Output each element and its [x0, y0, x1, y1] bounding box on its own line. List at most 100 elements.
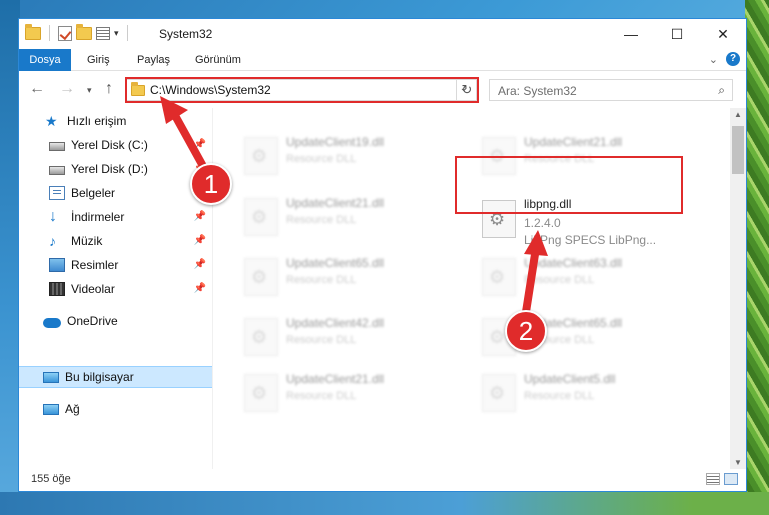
sidebar-item-downloads[interactable]: ↓ İndirmeler 📌	[19, 206, 212, 228]
file-name: UpdateClient21.dll	[286, 372, 385, 386]
minimize-button[interactable]: —	[608, 19, 654, 49]
sidebar-item-label: OneDrive	[67, 314, 118, 328]
tab-home[interactable]: Giriş	[87, 49, 110, 71]
list-item[interactable]: UpdateClient63.dll Resource DLL	[474, 254, 694, 306]
new-folder-icon[interactable]	[76, 23, 92, 40]
toolbar-separator	[126, 25, 128, 41]
list-item[interactable]: UpdateClient21.dll Resource DLL	[236, 370, 456, 422]
sidebar-item-local-disk-c[interactable]: Yerel Disk (C:) 📌	[19, 134, 212, 156]
item-count: 155 öğe	[31, 473, 71, 485]
libpng-file-highlight	[455, 156, 683, 214]
file-name: UpdateClient21.dll	[286, 196, 385, 210]
sidebar-item-pictures[interactable]: Resimler 📌	[19, 254, 212, 276]
desktop-background-bottom	[0, 492, 769, 515]
file-name: UpdateClient21.dll	[524, 135, 623, 149]
title-bar: ▾ System32 — ☐ ✕	[19, 19, 746, 49]
sidebar-item-label: Belgeler	[71, 186, 116, 200]
folder-icon	[25, 23, 41, 40]
scroll-down-arrow-icon[interactable]: ▼	[730, 458, 746, 467]
ribbon-tabs: Dosya Giriş Paylaş Görünüm ⌄ ?	[19, 49, 746, 71]
videos-icon	[49, 282, 65, 296]
sidebar-item-label: Bu bilgisayar	[65, 370, 134, 384]
window-title: System32	[159, 27, 213, 41]
properties-list-icon[interactable]	[96, 26, 110, 40]
sidebar-item-videos[interactable]: Videolar 📌	[19, 278, 212, 300]
sidebar-item-this-pc[interactable]: Bu bilgisayar	[19, 366, 212, 388]
file-type: Resource DLL	[524, 274, 595, 286]
pin-icon[interactable]: 📌	[194, 139, 206, 150]
file-explorer-window: ▾ System32 — ☐ ✕ Dosya Giriş Paylaş Görü…	[18, 18, 747, 492]
desktop-background-right	[745, 0, 769, 515]
file-description: LibPng SPECS LibPng...	[524, 233, 657, 247]
step-2-callout: 2	[505, 310, 547, 352]
recent-locations-chevron-icon[interactable]: ▾	[87, 85, 92, 96]
sidebar-item-onedrive[interactable]: OneDrive	[19, 310, 212, 332]
sidebar-item-label: İndirmeler	[71, 210, 125, 224]
file-type: Resource DLL	[524, 390, 595, 402]
file-type: Resource DLL	[286, 274, 357, 286]
step-1-callout: 1	[190, 163, 232, 205]
sidebar-item-quick-access[interactable]: ★ Hızlı erişim	[19, 110, 212, 132]
sidebar-item-label: Yerel Disk (D:)	[71, 162, 148, 176]
pin-icon[interactable]: 📌	[194, 283, 206, 294]
download-icon: ↓	[49, 208, 57, 225]
close-button[interactable]: ✕	[700, 19, 746, 49]
search-placeholder: Ara: System32	[498, 84, 577, 98]
scroll-thumb[interactable]	[732, 126, 744, 174]
ribbon-right-controls: ⌄ ?	[709, 52, 740, 66]
search-input[interactable]: Ara: System32 ⌕	[489, 79, 733, 101]
tab-file[interactable]: Dosya	[19, 49, 71, 71]
disk-icon	[49, 142, 65, 151]
maximize-button[interactable]: ☐	[654, 19, 700, 49]
sidebar-item-label: Videolar	[71, 282, 115, 296]
up-arrow-icon[interactable]: ↑	[105, 80, 113, 98]
view-buttons	[706, 473, 738, 485]
address-bar-highlight	[125, 77, 479, 103]
quick-access-toolbar: ▾	[25, 23, 132, 41]
file-type: Resource DLL	[286, 153, 357, 165]
search-icon[interactable]: ⌕	[718, 83, 725, 98]
scroll-up-arrow-icon[interactable]: ▲	[730, 110, 746, 119]
sidebar-item-label: Resimler	[71, 258, 119, 272]
sidebar-item-label: Müzik	[71, 234, 103, 248]
dll-file-icon	[244, 374, 278, 412]
dll-file-icon	[244, 318, 278, 356]
dll-file-icon	[482, 374, 516, 412]
tab-view[interactable]: Görünüm	[195, 49, 241, 71]
list-item[interactable]: UpdateClient65.dll Resource DLL	[236, 254, 456, 306]
large-icons-view-icon[interactable]	[724, 473, 738, 485]
file-name: UpdateClient42.dll	[286, 316, 385, 330]
list-item[interactable]: UpdateClient5.dll Resource DLL	[474, 370, 694, 422]
dll-file-icon	[244, 137, 278, 175]
sidebar-item-documents[interactable]: Belgeler 📌	[19, 182, 212, 204]
sidebar-item-music[interactable]: ♪ Müzik 📌	[19, 230, 212, 252]
pin-icon[interactable]: 📌	[194, 211, 206, 222]
toolbar-separator	[49, 25, 50, 41]
star-icon: ★	[45, 113, 58, 129]
file-version: 1.2.4.0	[524, 216, 561, 230]
file-name: UpdateClient5.dll	[524, 372, 616, 386]
properties-check-icon[interactable]	[58, 25, 72, 41]
expand-ribbon-chevron-icon[interactable]: ⌄	[709, 53, 718, 66]
navigation-bar: ← → ▾ ↑ C:\Windows\System32 ⌄ ↻ Ara: Sys…	[19, 72, 746, 108]
file-name: UpdateClient63.dll	[524, 256, 623, 270]
status-bar: 155 öğe	[19, 469, 746, 491]
vertical-scrollbar[interactable]: ▲ ▼	[730, 108, 746, 469]
file-type: Resource DLL	[286, 214, 357, 226]
file-name: UpdateClient19.dll	[286, 135, 385, 149]
pin-icon[interactable]: 📌	[194, 235, 206, 246]
sidebar-item-network[interactable]: Ağ	[19, 398, 212, 420]
list-item[interactable]: UpdateClient21.dll Resource DLL	[236, 194, 456, 246]
forward-arrow-icon[interactable]: →	[59, 80, 75, 98]
list-item[interactable]: UpdateClient19.dll Resource DLL	[236, 133, 456, 185]
tab-share[interactable]: Paylaş	[137, 49, 170, 71]
list-item[interactable]: UpdateClient42.dll Resource DLL	[236, 314, 456, 366]
sidebar-item-label: Ağ	[65, 402, 80, 416]
file-type: Resource DLL	[286, 390, 357, 402]
customize-toolbar-chevron-icon[interactable]: ▾	[114, 28, 119, 39]
details-view-icon[interactable]	[706, 473, 720, 485]
sidebar-item-local-disk-d[interactable]: Yerel Disk (D:) 📌	[19, 158, 212, 180]
help-icon[interactable]: ?	[726, 52, 740, 66]
back-arrow-icon[interactable]: ←	[29, 80, 45, 98]
pin-icon[interactable]: 📌	[194, 259, 206, 270]
